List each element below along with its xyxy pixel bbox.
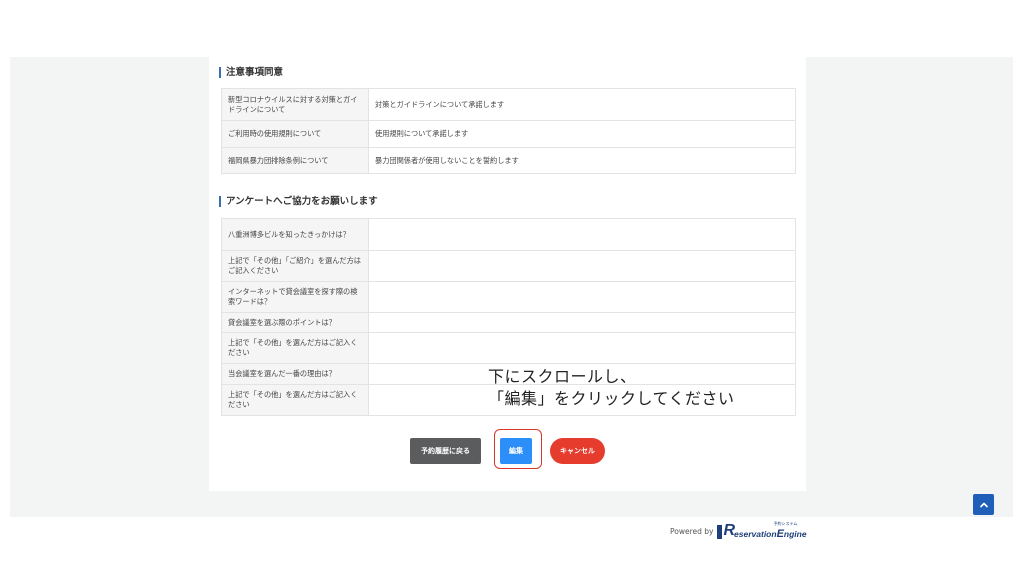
row-value: 対策とガイドラインについて承諾します [368,88,796,121]
row-label: 福岡県暴力団排除条例について [221,147,369,174]
row-value [368,281,796,313]
table-row: 新型コロナウイルスに対する対策とガイドラインについて 対策とガイドラインについて… [221,88,796,121]
table-row: 上記で「その他」「ご紹介」を選んだ方はご記入ください [221,250,796,282]
row-label: 新型コロナウイルスに対する対策とガイドラインについて [221,88,369,121]
row-value: 暴力団関係者が使用しないことを誓約します [368,147,796,174]
reservation-engine-logo: 予約システム R eservation E ngine [717,521,807,540]
row-label: 八重洲博多ビルを知ったきっかけは？ [221,218,369,251]
edit-button[interactable]: 編集 [500,438,532,464]
logo-word-2: ngine [783,529,807,539]
logo-mark: R [723,522,735,539]
row-label: 貸会議室を選ぶ際のポイントは？ [221,312,369,333]
row-label: ご利用時の使用規則について [221,120,369,148]
section-title-agreement: 注意事項同意 [219,67,283,78]
instruction-line-1: 下にスクロールし、 [488,367,637,386]
powered-by-text: Powered by [670,526,714,536]
row-value: 使用規則について承諾します [368,120,796,148]
row-label: 当会議室を選んだ一番の理由は？ [221,363,369,385]
cancel-button[interactable]: キャンセル [550,438,605,464]
logo-subtitle: 予約システム [773,521,798,526]
footer: Powered by 予約システム R eservation E ngine [670,521,807,540]
logo-word-1: eservation [734,529,777,539]
section-title-survey: アンケートへご協力をお願いします [219,196,378,207]
table-row: 貸会議室を選ぶ際のポイントは？ [221,312,796,333]
row-label: 上記で「その他」「ご紹介」を選んだ方はご記入ください [221,250,369,282]
instruction-line-2: 「編集」をクリックしてください [488,389,735,408]
table-row: 上記で「その他」を選んだ方はご記入ください [221,332,796,364]
row-value [368,218,796,251]
agreement-table: 新型コロナウイルスに対する対策とガイドラインについて 対策とガイドラインについて… [221,88,796,174]
table-row: 八重洲博多ビルを知ったきっかけは？ [221,218,796,251]
table-row: インターネットで貸会議室を探す際の検索ワードは？ [221,281,796,313]
row-label: インターネットで貸会議室を探す際の検索ワードは？ [221,281,369,313]
row-value [368,250,796,282]
instruction-text: 下にスクロールし、 「編集」をクリックしてください [488,366,735,410]
table-row: ご利用時の使用規則について 使用規則について承諾します [221,120,796,148]
logo-word-2-initial: E [776,528,784,540]
table-row: 福岡県暴力団排除条例について 暴力団関係者が使用しないことを誓約します [221,147,796,174]
row-value [368,332,796,364]
row-label: 上記で「その他」を選んだ方はご記入ください [221,384,369,416]
logo-bars-icon [717,525,723,539]
chevron-up-icon [979,502,988,507]
row-label: 上記で「その他」を選んだ方はご記入ください [221,332,369,364]
scroll-top-button[interactable] [973,494,994,515]
back-to-history-button[interactable]: 予約履歴に戻る [410,438,481,464]
row-value [368,312,796,333]
